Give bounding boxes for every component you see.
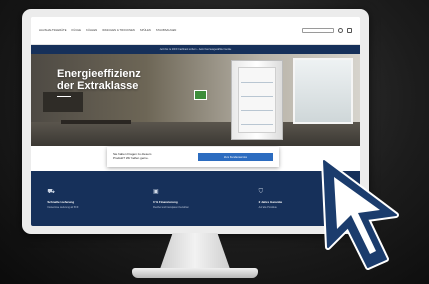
nav-item[interactable]: STAUBSAUGEN [156, 29, 177, 32]
feature-subtitle: Kostenlose Lieferung ab 59 € [47, 206, 79, 209]
feature-title: Schnelle Lieferung [47, 200, 75, 204]
feature-subtitle: Flexibel und transparent bezahlen [152, 206, 190, 209]
kitchen-table [61, 120, 131, 124]
customer-service-button[interactable]: Zum Kundenservice [198, 153, 273, 161]
feature-delivery: ⛟ Schnelle Lieferung Kostenlose Lieferun… [47, 189, 132, 226]
hero-underline [57, 96, 71, 97]
mouse-pointer-icon [321, 158, 399, 270]
monitor: HAUSHALTSGERÄTE KÜCHE KÜHLEN WASCHEN & T… [22, 9, 369, 234]
promo-banner-text: Jetzt bis zu 200 € Cashback sichern – be… [159, 48, 232, 51]
site-header: HAUSHALTSGERÄTE KÜCHE KÜHLEN WASCHEN & T… [31, 17, 360, 45]
account-icon[interactable] [338, 28, 343, 33]
main-nav: HAUSHALTSGERÄTE KÜCHE KÜHLEN WASCHEN & T… [39, 29, 176, 32]
fridge-image [231, 60, 283, 140]
kitchen-window [293, 58, 353, 124]
kitchen-floor [31, 122, 360, 146]
monitor-stand-base [132, 268, 258, 278]
kitchen-shelf [43, 92, 83, 112]
nav-item[interactable]: KÜCHE [72, 29, 82, 32]
service-card-text: Sie haben Fragen zu diesem Produkt? Wir … [113, 152, 152, 160]
nav-item[interactable]: SPÜLEN [140, 29, 151, 32]
promo-banner[interactable]: Jetzt bis zu 200 € Cashback sichern – be… [31, 45, 360, 54]
search-input[interactable] [302, 28, 334, 33]
truck-icon: ⛟ [47, 189, 55, 195]
feature-title: 0 % Finanzierung [152, 200, 178, 204]
hero-image: Energieeffizienz der Extraklasse [31, 54, 360, 146]
monitor-screen: HAUSHALTSGERÄTE KÜCHE KÜHLEN WASCHEN & T… [31, 17, 360, 226]
cart-icon[interactable] [347, 28, 352, 33]
nav-item[interactable]: WASCHEN & TROCKNEN [102, 29, 135, 32]
energy-label-icon [194, 90, 207, 100]
hero-title: Energieeffizienz der Extraklasse [57, 68, 141, 92]
finance-icon: ▣ [152, 189, 159, 195]
nav-item[interactable]: HAUSHALTSGERÄTE [39, 29, 67, 32]
nav-item[interactable]: KÜHLEN [86, 29, 97, 32]
feature-finance: ▣ 0 % Finanzierung Flexibel und transpar… [153, 189, 238, 226]
features-bar: ⛟ Schnelle Lieferung Kostenlose Lieferun… [31, 171, 360, 226]
fridge-interior [238, 67, 276, 133]
service-card: Sie haben Fragen zu diesem Produkt? Wir … [107, 147, 279, 167]
